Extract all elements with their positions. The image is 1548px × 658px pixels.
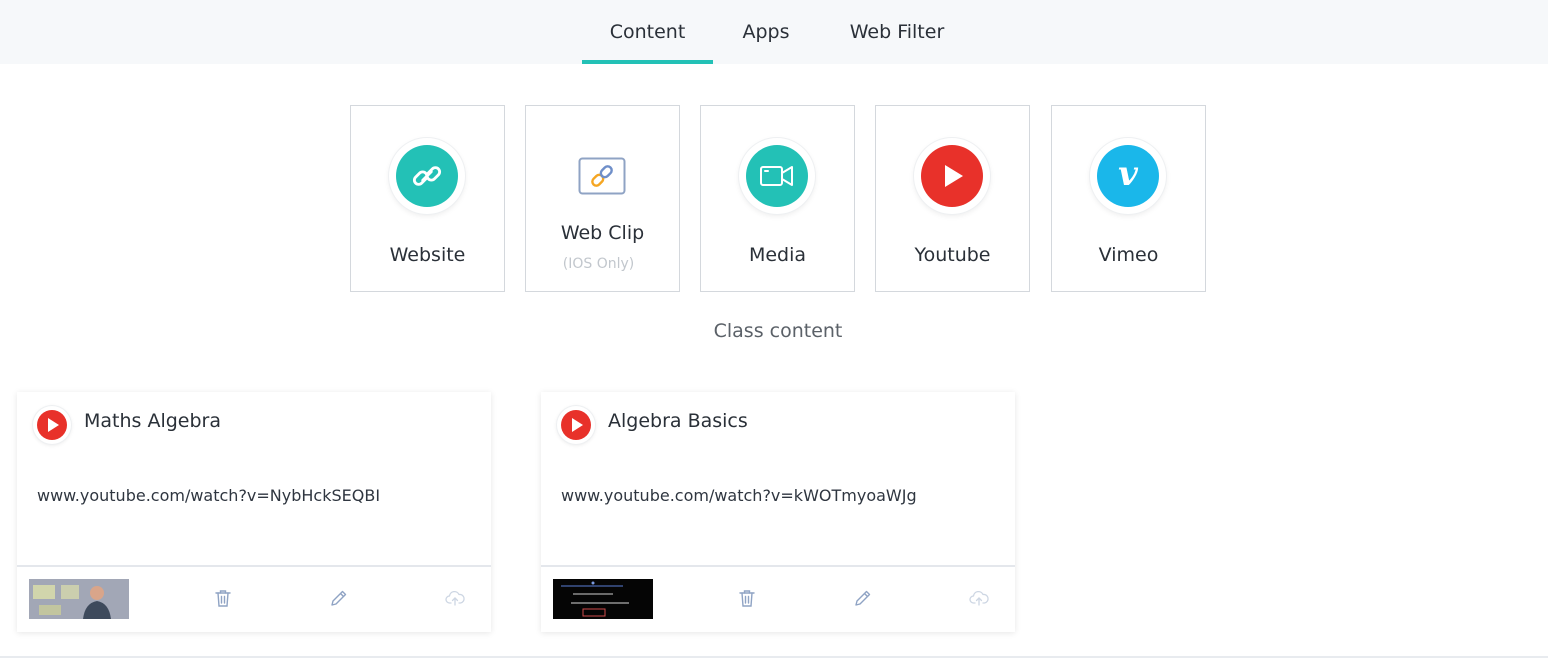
card-url[interactable]: www.youtube.com/watch?v=kWOTmyoaWJg — [561, 486, 917, 505]
tab-apps[interactable]: Apps — [724, 0, 808, 64]
tab-content[interactable]: Content — [582, 0, 713, 64]
link-icon — [396, 145, 458, 207]
delete-icon[interactable] — [212, 587, 234, 609]
webclip-icon — [578, 157, 626, 195]
media-label: Media — [748, 244, 807, 266]
vimeo-icon: v — [1097, 145, 1159, 207]
content-card[interactable]: Maths Algebra www.youtube.com/watch?v=Ny… — [17, 392, 491, 632]
website-label: Website — [389, 244, 466, 266]
card-title: Algebra Basics — [608, 410, 748, 432]
website-tile[interactable]: Website — [350, 105, 505, 292]
section-title: Class content — [713, 320, 843, 342]
youtube-play-icon — [921, 145, 983, 207]
website-icon-ring — [389, 138, 465, 214]
youtube-label: Youtube — [914, 244, 991, 266]
vimeo-label: Vimeo — [1098, 244, 1159, 266]
top-tab-bar: Content Apps Web Filter — [0, 0, 1548, 64]
tab-web-filter[interactable]: Web Filter — [830, 0, 964, 64]
webclip-label: Web Clip — [560, 222, 645, 244]
video-thumbnail[interactable] — [29, 579, 129, 619]
card-title: Maths Algebra — [84, 410, 222, 432]
webclip-tile[interactable]: Web Clip (IOS Only) — [525, 105, 680, 292]
video-thumbnail[interactable] — [553, 579, 653, 619]
cloud-upload-icon[interactable] — [968, 587, 990, 609]
webclip-ios-note: (IOS Only) — [562, 256, 635, 272]
vimeo-tile[interactable]: v Vimeo — [1051, 105, 1206, 292]
card-divider — [541, 565, 1015, 567]
video-camera-icon — [746, 145, 808, 207]
youtube-icon — [33, 406, 71, 444]
youtube-icon — [557, 406, 595, 444]
content-card[interactable]: Algebra Basics www.youtube.com/watch?v=k… — [541, 392, 1015, 632]
card-divider — [17, 565, 491, 567]
delete-icon[interactable] — [736, 587, 758, 609]
youtube-tile[interactable]: Youtube — [875, 105, 1030, 292]
edit-pencil-icon[interactable] — [852, 587, 874, 609]
vimeo-icon-ring: v — [1090, 138, 1166, 214]
youtube-icon-ring — [914, 138, 990, 214]
edit-pencil-icon[interactable] — [328, 587, 350, 609]
cloud-upload-icon[interactable] — [444, 587, 466, 609]
card-url[interactable]: www.youtube.com/watch?v=NybHckSEQBI — [37, 486, 380, 505]
media-tile[interactable]: Media — [700, 105, 855, 292]
media-icon-ring — [739, 138, 815, 214]
